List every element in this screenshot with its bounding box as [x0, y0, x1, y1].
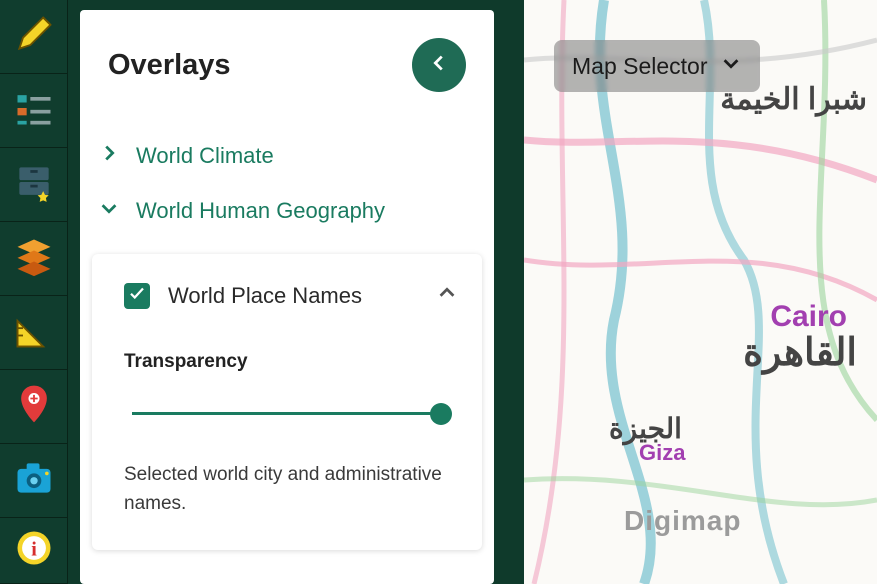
map-label-shubra: شبرا الخيمة — [720, 82, 867, 117]
legend-icon — [12, 86, 56, 135]
legend-tool[interactable] — [0, 74, 68, 148]
panel-scroll-area[interactable]: World Climate World Human Geography — [80, 128, 494, 584]
basemaps-tool[interactable] — [0, 148, 68, 222]
map-label-cairo-ar: القاهرة — [743, 330, 857, 375]
map-watermark: Digimap — [624, 505, 741, 537]
ruler-icon — [12, 308, 56, 357]
chevron-down-icon — [98, 197, 120, 224]
info-icon: i — [12, 526, 56, 575]
overlays-tool[interactable] — [0, 222, 68, 296]
chevron-right-icon — [98, 142, 120, 169]
map-selector-label: Map Selector — [572, 53, 708, 80]
pin-icon — [12, 382, 56, 431]
pencil-icon — [12, 12, 56, 61]
camera-icon — [12, 456, 56, 505]
transparency-label: Transparency — [124, 351, 458, 373]
category-label: World Human Geography — [136, 198, 385, 224]
measure-tool[interactable] — [0, 296, 68, 370]
map-label-giza-en: Giza — [639, 440, 685, 466]
transparency-slider[interactable] — [132, 403, 450, 425]
panel-title: Overlays — [108, 49, 412, 82]
chevron-up-icon[interactable] — [436, 282, 458, 309]
layer-description: Selected world city and administrative n… — [124, 461, 458, 518]
category-world-climate[interactable]: World Climate — [90, 128, 484, 183]
category-world-human-geography[interactable]: World Human Geography — [90, 183, 484, 238]
slider-thumb[interactable] — [430, 403, 452, 425]
chevron-left-icon — [428, 52, 450, 79]
camera-tool[interactable] — [0, 444, 68, 518]
overlays-panel: Overlays World Climate — [80, 10, 494, 584]
collapse-panel-button[interactable] — [412, 38, 466, 92]
layer-card-world-place-names: World Place Names Transparency Selected … — [92, 254, 482, 550]
check-icon — [128, 284, 146, 307]
pin-tool[interactable] — [0, 370, 68, 444]
drawer-star-icon — [12, 160, 56, 209]
map-canvas[interactable]: Map Selector شبرا الخيمة Cairo القاهرة ا… — [524, 0, 877, 584]
info-tool[interactable]: i — [0, 518, 68, 584]
layer-checkbox[interactable] — [124, 283, 150, 309]
pencil-tool[interactable] — [0, 0, 68, 74]
slider-track — [132, 412, 450, 415]
layers-icon — [12, 234, 56, 283]
chevron-down-icon — [720, 52, 742, 80]
map-label-cairo-en: Cairo — [770, 300, 847, 334]
svg-text:i: i — [31, 538, 37, 560]
left-toolbar: i — [0, 0, 68, 584]
category-label: World Climate — [136, 143, 274, 169]
layer-title: World Place Names — [168, 283, 418, 309]
